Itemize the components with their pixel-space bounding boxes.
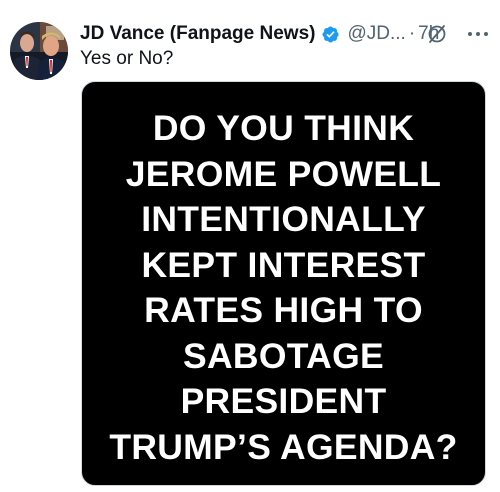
more-options-icon[interactable]: [461, 22, 495, 46]
separator-dot: ·: [408, 23, 416, 44]
verified-badge-icon: [322, 25, 340, 43]
tweet-media-image[interactable]: DO YOU THINK JEROME POWELL INTENTIONALLY…: [81, 81, 486, 486]
avatar[interactable]: [10, 22, 68, 80]
media-text: DO YOU THINK JEROME POWELL INTENTIONALLY…: [82, 106, 485, 470]
avatar-image: [10, 22, 68, 80]
tweet[interactable]: JD Vance (Fanpage News) @JD... · 7h Yes …: [0, 0, 500, 492]
media-line: PRESIDENT: [180, 381, 387, 421]
grok-icon[interactable]: [426, 23, 448, 45]
media-line: KEPT INTEREST: [141, 244, 426, 285]
media-line: TRUMP’S AGENDA?: [109, 426, 458, 467]
media-line: INTENTIONALLY: [141, 199, 426, 239]
media-line: SABOTAGE: [183, 335, 384, 376]
media-line: DO YOU THINK: [152, 108, 415, 148]
media-line: RATES HIGH TO: [144, 290, 423, 330]
media-line: JEROME POWELL: [125, 153, 442, 194]
display-name[interactable]: JD Vance (Fanpage News): [80, 23, 315, 45]
tweet-text: Yes or No?: [80, 48, 174, 69]
tweet-header: JD Vance (Fanpage News) @JD... · 7h: [80, 21, 495, 47]
user-handle[interactable]: @JD...: [347, 23, 405, 45]
